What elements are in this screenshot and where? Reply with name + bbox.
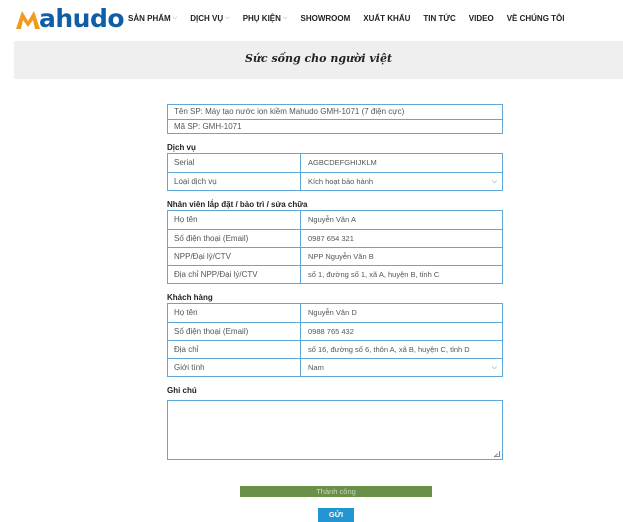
service-type-label: Loại dịch vụ xyxy=(168,173,301,190)
chevron-down-icon: ⌵ xyxy=(491,364,497,371)
logo-m-icon xyxy=(16,11,40,29)
nav-item-showroom[interactable]: SHOWROOM xyxy=(300,14,350,23)
nav-label: VỀ CHÚNG TÔI xyxy=(506,14,565,23)
staff-name-label: Họ tên xyxy=(168,211,301,229)
table-row: Giới tính Nam ⌵ xyxy=(168,358,502,376)
service-table: Serial AGBCDEFGHIJKLM Loại dịch vụ Kích … xyxy=(167,153,503,191)
note-textarea[interactable] xyxy=(167,400,503,460)
nav-label: SẢN PHẨM xyxy=(128,14,171,23)
section-title-staff: Nhân viên lắp đặt / bảo trì / sửa chữa xyxy=(167,200,308,209)
customer-phone-input[interactable]: 0988 765 432 xyxy=(301,323,502,340)
table-row: Họ tên Nguyễn Văn A xyxy=(168,211,502,229)
product-code: Mã SP: GMH-1071 xyxy=(168,119,502,133)
product-info-box: Tên SP: Máy tạo nước ion kiềm Mahudo GMH… xyxy=(167,104,503,134)
table-row: Serial AGBCDEFGHIJKLM xyxy=(168,154,502,172)
nav-label: PHỤ KIỆN xyxy=(242,14,281,23)
chevron-down-icon: ⌵ xyxy=(172,15,178,21)
chevron-down-icon: ⌵ xyxy=(225,15,230,21)
gender-label: Giới tính xyxy=(168,359,301,376)
chevron-down-icon: ⌵ xyxy=(491,178,497,185)
nav-item-video[interactable]: VIDEO xyxy=(469,14,494,23)
table-row: Địa chỉ NPP/Đại lý/CTV số 1, đường số 1,… xyxy=(168,265,502,283)
table-row: Họ tên Nguyễn Văn D xyxy=(168,304,502,322)
customer-phone-label: Số điện thoại (Email) xyxy=(168,323,301,340)
nav-label: TIN TỨC xyxy=(423,14,456,23)
dealer-label: NPP/Đại lý/CTV xyxy=(168,248,301,265)
resize-handle-icon[interactable] xyxy=(494,451,500,457)
nav-label: XUẤT KHẨU xyxy=(363,14,411,23)
nav-item-san-pham[interactable]: SẢN PHẨM ⌵ xyxy=(128,14,177,23)
main-nav: SẢN PHẨM ⌵ DỊCH VỤ ⌵ PHỤ KIỆN ⌵ SHOWROOM XU… xyxy=(128,14,577,23)
staff-phone-label: Số điện thoại (Email) xyxy=(168,230,301,247)
section-title-customer: Khách hàng xyxy=(167,293,213,302)
staff-name-input[interactable]: Nguyễn Văn A xyxy=(301,211,502,229)
service-type-value: Kích hoạt bảo hành xyxy=(308,177,374,186)
staff-phone-input[interactable]: 0987 654 321 xyxy=(301,230,502,247)
service-type-select[interactable]: Kích hoạt bảo hành ⌵ xyxy=(301,173,502,190)
gender-value: Nam xyxy=(308,363,324,372)
nav-item-xuat-khau[interactable]: XUẤT KHẨU xyxy=(363,14,410,23)
nav-item-ve-chung-toi[interactable]: VỀ CHÚNG TÔI xyxy=(507,14,565,23)
nav-item-phu-kien[interactable]: PHỤ KIỆN ⌵ xyxy=(243,14,288,23)
nav-label: SHOWROOM xyxy=(300,14,351,23)
table-row: NPP/Đại lý/CTV NPP Nguyễn Văn B xyxy=(168,247,502,265)
customer-name-input[interactable]: Nguyễn Văn D xyxy=(301,304,502,322)
submit-button[interactable]: GỬI xyxy=(318,508,354,522)
customer-name-label: Họ tên xyxy=(168,304,301,322)
section-title-note: Ghi chú xyxy=(167,386,197,395)
slogan-text: Sức sống cho người việt xyxy=(244,52,393,65)
nav-item-tin-tuc[interactable]: TIN TỨC xyxy=(423,14,455,23)
dealer-address-label: Địa chỉ NPP/Đại lý/CTV xyxy=(168,266,301,283)
success-message: Thành công xyxy=(240,486,432,497)
table-row: Số điện thoại (Email) 0988 765 432 xyxy=(168,322,502,340)
logo-text: ahudo xyxy=(39,4,125,33)
nav-item-dich-vu[interactable]: DỊCH VỤ ⌵ xyxy=(190,14,229,23)
dealer-address-input[interactable]: số 1, đường số 1, xã A, huyện B, tỉnh C xyxy=(301,266,502,283)
table-row: Địa chỉ số 16, đường số 6, thôn A, xã B,… xyxy=(168,340,502,358)
table-row: Số điện thoại (Email) 0987 654 321 xyxy=(168,229,502,247)
customer-address-input[interactable]: số 16, đường số 6, thôn A, xã B, huyện C… xyxy=(301,341,502,358)
gender-select[interactable]: Nam ⌵ xyxy=(301,359,502,376)
staff-table: Họ tên Nguyễn Văn A Số điện thoại (Email… xyxy=(167,210,503,284)
customer-address-label: Địa chỉ xyxy=(168,341,301,358)
customer-table: Họ tên Nguyễn Văn D Số điện thoại (Email… xyxy=(167,303,503,377)
serial-input[interactable]: AGBCDEFGHIJKLM xyxy=(301,154,502,172)
site-header: ahudo SẢN PHẨM ⌵ DỊCH VỤ ⌵ PHỤ KIỆN ⌵ SHOWR… xyxy=(0,0,623,40)
serial-label: Serial xyxy=(168,154,301,172)
chevron-down-icon: ⌵ xyxy=(282,15,288,21)
product-name: Tên SP: Máy tạo nước ion kiềm Mahudo GMH… xyxy=(174,107,405,116)
slogan-banner: Sức sống cho người việt xyxy=(14,41,623,79)
service-form: Tên SP: Máy tạo nước ion kiềm Mahudo GMH… xyxy=(167,104,503,460)
dealer-input[interactable]: NPP Nguyễn Văn B xyxy=(301,248,502,265)
nav-label: DỊCH VỤ xyxy=(190,14,224,23)
table-row: Loại dịch vụ Kích hoạt bảo hành ⌵ xyxy=(168,172,502,190)
brand-logo[interactable]: ahudo xyxy=(14,4,125,34)
nav-label: VIDEO xyxy=(468,14,494,23)
section-title-service: Dịch vụ xyxy=(167,143,196,152)
